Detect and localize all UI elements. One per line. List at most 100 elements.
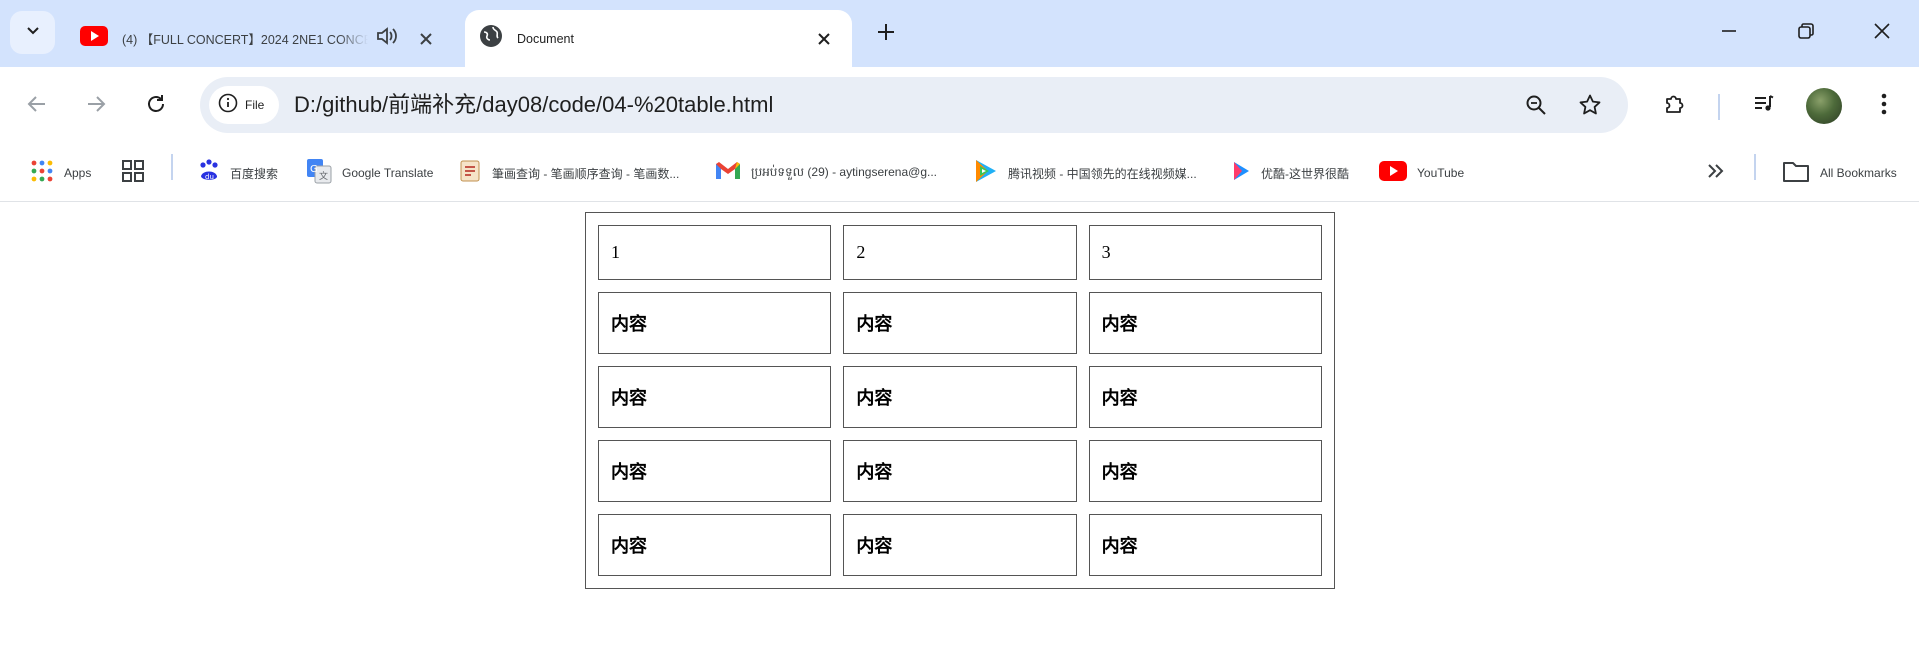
- table-cell: 2: [843, 225, 1077, 280]
- back-button[interactable]: [18, 87, 56, 125]
- close-tab-icon[interactable]: [412, 25, 440, 53]
- bookmark-label: 百度搜索: [230, 166, 279, 181]
- folder-icon: [1782, 159, 1810, 188]
- minimize-button[interactable]: [1709, 14, 1749, 52]
- baidu-icon: du: [198, 158, 220, 188]
- close-window-button[interactable]: [1862, 14, 1902, 52]
- bookmark-stroke-order[interactable]: 筆画查询 - 笔画顺序查询 - 笔画数...: [458, 155, 679, 191]
- all-bookmarks-label: All Bookmarks: [1820, 166, 1897, 180]
- table-cell: 内容: [1088, 514, 1322, 576]
- table-row: 内容 内容 内容: [598, 292, 1322, 354]
- menu-button[interactable]: [1865, 87, 1903, 125]
- more-vert-icon: [1881, 93, 1887, 120]
- url-text[interactable]: D:/github/前端补充/day08/code/04-%20table.ht…: [294, 77, 773, 133]
- table-row: 内容 内容 内容: [598, 440, 1322, 502]
- table-row: 内容 内容 内容: [598, 366, 1322, 428]
- all-bookmarks-button[interactable]: All Bookmarks: [1782, 155, 1897, 191]
- zoom-icon[interactable]: [1520, 89, 1552, 121]
- bookmark-label: Google Translate: [342, 166, 434, 180]
- tab-strip: (4) 【FULL CONCERT】2024 2NE1 CONCERT 'WEL…: [0, 0, 1919, 67]
- bookmark-label: 优酷-这世界很酷: [1261, 166, 1349, 181]
- bookmarks-bar: Apps: [0, 145, 1919, 202]
- site-info-chip[interactable]: File: [209, 86, 279, 124]
- forward-button[interactable]: [77, 87, 115, 125]
- address-bar[interactable]: File D:/github/前端补充/day08/code/04-%20tab…: [200, 77, 1628, 133]
- tencent-video-icon: [972, 158, 998, 189]
- table-cell: 3: [1088, 225, 1322, 280]
- table-cell: 内容: [598, 292, 832, 354]
- bookmark-label: Apps: [64, 166, 92, 180]
- svg-text:du: du: [205, 173, 214, 181]
- youtube-icon: [1379, 160, 1407, 186]
- tab-search-button[interactable]: [10, 11, 55, 54]
- more-bookmarks-button[interactable]: [1706, 155, 1726, 191]
- bookmark-baidu[interactable]: du 百度搜索: [198, 155, 278, 191]
- bookmark-youtube[interactable]: YouTube: [1379, 155, 1464, 191]
- media-controls-button[interactable]: [1745, 87, 1783, 125]
- table-cell: 内容: [843, 514, 1077, 576]
- puzzle-icon: [1663, 92, 1687, 121]
- tab-groups-icon: [121, 159, 145, 188]
- table-cell: 内容: [843, 366, 1077, 428]
- table-header-row: 1 2 3: [598, 225, 1322, 280]
- minimize-icon: [1720, 22, 1738, 45]
- bookmark-youku[interactable]: 优酷-这世界很酷: [1231, 155, 1349, 191]
- svg-text:G: G: [310, 164, 318, 175]
- close-tab-icon[interactable]: [810, 25, 838, 53]
- restore-icon: [1797, 22, 1815, 45]
- tab-title: (4) 【FULL CONCERT】2024 2NE1 CONCERT 'WEL…: [122, 33, 368, 47]
- bookmark-doc-icon: [458, 159, 482, 188]
- bookmark-label: 腾讯视频 - 中国领先的在线视频媒...: [1008, 166, 1197, 181]
- page-content: 1 2 3 内容 内容 内容 内容 内容 内容 内容 内容 内容 内容 内容 内…: [0, 202, 1919, 645]
- bookmark-apps[interactable]: Apps: [30, 155, 91, 191]
- audio-playing-icon[interactable]: [376, 26, 398, 51]
- site-chip-label: File: [245, 98, 265, 112]
- arrow-left-icon: [26, 93, 48, 120]
- new-tab-button[interactable]: [870, 18, 902, 50]
- tab-title: Document: [517, 31, 574, 46]
- globe-icon: [479, 24, 503, 53]
- google-translate-icon: G文: [306, 158, 332, 189]
- youku-icon: [1231, 159, 1251, 188]
- table-cell: 1: [598, 225, 832, 280]
- bookmark-label: ប្រអប់ទទួល (29) - aytingserena@g...: [751, 165, 937, 179]
- restore-button[interactable]: [1786, 14, 1826, 52]
- svg-text:文: 文: [319, 170, 328, 182]
- gmail-icon: [715, 161, 741, 186]
- bookmarks-divider: [1754, 154, 1756, 180]
- table-cell: 内容: [1088, 440, 1322, 502]
- reload-icon: [145, 93, 167, 120]
- table-cell: 内容: [598, 440, 832, 502]
- bookmark-star-icon[interactable]: [1574, 89, 1606, 121]
- close-icon: [1873, 22, 1891, 45]
- bookmark-google-translate[interactable]: G文 Google Translate: [306, 155, 433, 191]
- table-cell: 内容: [1088, 292, 1322, 354]
- info-icon: [218, 93, 238, 118]
- bookmark-gmail[interactable]: ប្រអប់ទទួល (29) - aytingserena@g...: [715, 155, 937, 191]
- table-cell: 内容: [843, 440, 1077, 502]
- extensions-button[interactable]: [1656, 87, 1694, 125]
- arrow-right-icon: [85, 93, 107, 120]
- tab-youtube-concert[interactable]: (4) 【FULL CONCERT】2024 2NE1 CONCERT 'WEL…: [66, 10, 454, 67]
- apps-grid-icon: [30, 159, 54, 188]
- toolbar-divider: [1718, 94, 1720, 120]
- content-table: 1 2 3 内容 内容 内容 内容 内容 内容 内容 内容 内容 内容 内容 内…: [585, 212, 1335, 589]
- bookmark-tencent-video[interactable]: 腾讯视频 - 中国领先的在线视频媒...: [972, 155, 1197, 191]
- bookmarks-divider: [171, 154, 173, 180]
- table-cell: 内容: [843, 292, 1077, 354]
- plus-icon: [876, 22, 896, 47]
- table-cell: 内容: [598, 366, 832, 428]
- table-cell: 内容: [598, 514, 832, 576]
- tab-document[interactable]: Document: [465, 10, 852, 67]
- chevron-down-icon: [25, 22, 41, 43]
- playlist-music-icon: [1752, 92, 1776, 121]
- reload-button[interactable]: [137, 87, 175, 125]
- bookmark-label: 筆画查询 - 笔画顺序查询 - 笔画数...: [492, 166, 680, 181]
- chevron-double-right-icon: [1706, 161, 1726, 186]
- table-cell: 内容: [1088, 366, 1322, 428]
- bookmark-label: YouTube: [1417, 166, 1465, 180]
- toolbar: File D:/github/前端补充/day08/code/04-%20tab…: [0, 67, 1919, 145]
- bookmark-tab-groups[interactable]: [121, 155, 145, 191]
- youtube-icon: [80, 26, 108, 51]
- profile-avatar[interactable]: [1806, 88, 1842, 124]
